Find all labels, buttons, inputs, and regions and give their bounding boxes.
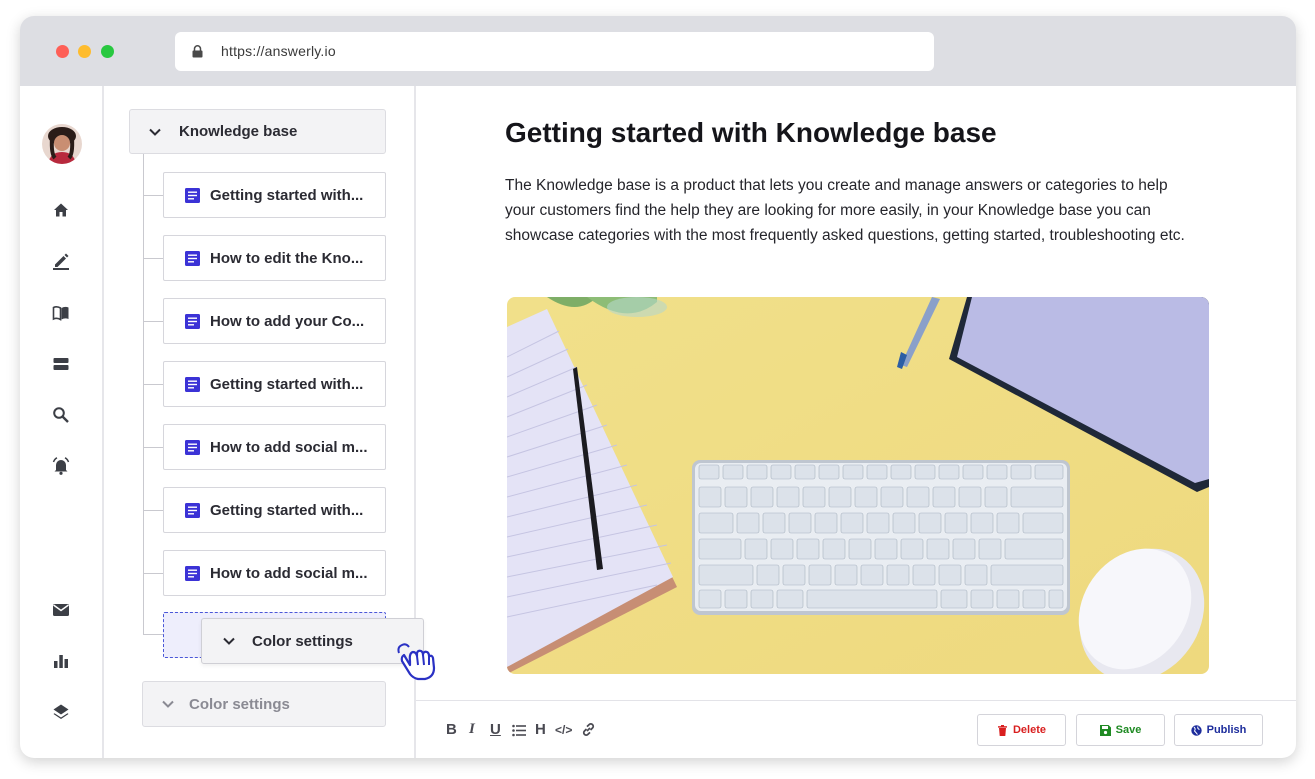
address-bar[interactable]: https://answerly.io [175, 32, 934, 71]
tree-connector [143, 258, 164, 259]
article-body[interactable]: The Knowledge base is a product that let… [505, 173, 1195, 248]
book-icon[interactable] [51, 303, 71, 323]
article-label: Getting started with... [210, 186, 364, 204]
browser-titlebar: https://answerly.io [20, 16, 1296, 86]
editor-toolbar: B I U H </> Delete Save Publish [416, 700, 1296, 758]
trash-icon [997, 724, 1007, 736]
link-icon[interactable] [581, 722, 596, 737]
code-button[interactable]: </> [555, 723, 572, 737]
article-label: Getting started with... [210, 501, 364, 519]
document-icon [185, 187, 200, 203]
publish-label: Publish [1206, 724, 1247, 736]
heading-button[interactable]: H [535, 721, 546, 738]
delete-button[interactable]: Delete [977, 714, 1066, 746]
icon-sidebar [20, 86, 104, 758]
lock-icon [192, 45, 203, 58]
browser-window: https://answerly.io Knowledge base Getti… [20, 16, 1296, 758]
article-editor: Getting started with Knowledge base The … [416, 86, 1296, 758]
article-label: How to edit the Kno... [210, 249, 364, 267]
list-icon[interactable] [512, 724, 526, 737]
document-icon [185, 565, 200, 581]
article-label: How to add social m... [210, 438, 368, 456]
search-icon[interactable] [51, 405, 71, 425]
document-icon [185, 250, 200, 266]
knowledge-base-category[interactable]: Knowledge base [129, 109, 386, 154]
article-title[interactable]: Getting started with Knowledge base [505, 117, 997, 149]
url-text: https://answerly.io [221, 43, 336, 59]
home-icon[interactable] [51, 200, 71, 220]
article-label: How to add your Co... [210, 312, 365, 330]
article-image [507, 297, 1209, 674]
layers-icon[interactable] [51, 702, 71, 722]
document-icon [185, 376, 200, 392]
delete-label: Delete [1012, 724, 1047, 736]
tree-article-item[interactable]: Getting started with... [163, 361, 386, 407]
alarm-icon[interactable] [51, 456, 71, 476]
knowledge-base-tree: Knowledge base Getting started with... H… [106, 86, 436, 758]
category-label: Color settings [189, 695, 290, 713]
tree-connector [143, 384, 164, 385]
article-label: How to add social m... [210, 564, 368, 582]
category-label: Knowledge base [179, 123, 298, 140]
tree-article-item[interactable]: How to add your Co... [163, 298, 386, 344]
tree-connector [143, 321, 164, 322]
bold-button[interactable]: B [446, 721, 457, 738]
article-label: Getting started with... [210, 375, 364, 393]
maximize-window-button[interactable] [101, 45, 114, 58]
publish-button[interactable]: Publish [1174, 714, 1263, 746]
tree-connector [143, 510, 164, 511]
italic-button[interactable]: I [469, 721, 475, 738]
tree-connector-line [143, 154, 144, 634]
bar-chart-icon[interactable] [51, 651, 71, 671]
close-window-button[interactable] [56, 45, 69, 58]
save-button[interactable]: Save [1076, 714, 1165, 746]
storage-icon[interactable] [51, 354, 71, 374]
tree-connector [143, 634, 164, 635]
tree-article-item[interactable]: Getting started with... [163, 487, 386, 533]
tree-article-item[interactable]: How to edit the Kno... [163, 235, 386, 281]
tree-connector [143, 195, 164, 196]
chevron-down-icon [162, 700, 174, 708]
tree-article-item[interactable]: How to add social m... [163, 424, 386, 470]
chevron-down-icon [223, 637, 235, 645]
document-icon [185, 439, 200, 455]
tree-article-item[interactable]: Getting started with... [163, 172, 386, 218]
floppy-disk-icon [1099, 724, 1111, 736]
avatar[interactable] [42, 124, 82, 164]
minimize-window-button[interactable] [78, 45, 91, 58]
color-settings-category[interactable]: Color settings [142, 681, 386, 727]
tree-connector [143, 447, 164, 448]
dragged-category-label: Color settings [252, 632, 353, 650]
underline-button[interactable]: U [490, 721, 501, 738]
tree-article-item[interactable]: How to add social m... [163, 550, 386, 596]
dragged-category[interactable]: Color settings [201, 618, 424, 664]
tree-connector [143, 573, 164, 574]
document-icon [185, 313, 200, 329]
document-icon [185, 502, 200, 518]
save-label: Save [1115, 724, 1142, 736]
globe-icon [1190, 724, 1202, 736]
mail-icon[interactable] [51, 600, 71, 620]
chevron-down-icon [149, 128, 161, 136]
edit-icon[interactable] [51, 251, 71, 271]
